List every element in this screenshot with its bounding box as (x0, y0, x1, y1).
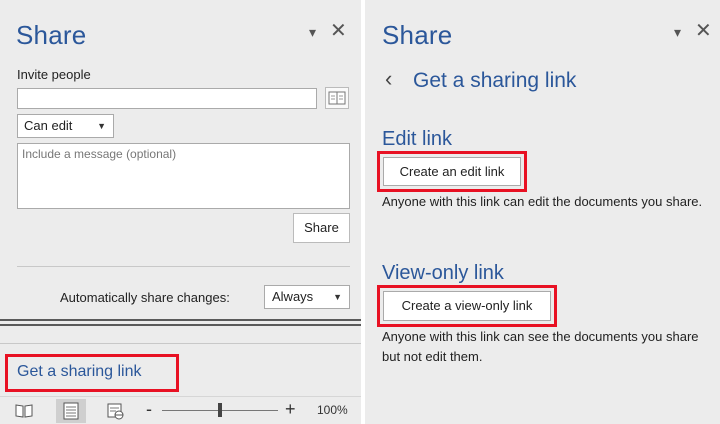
pane-title: Share (16, 20, 87, 50)
edit-link-heading: Edit link (382, 128, 453, 150)
auto-share-label: Automatically share changes: (60, 290, 230, 305)
view-only-link-heading: View-only link (382, 262, 504, 284)
invite-people-input[interactable] (17, 88, 317, 109)
permission-dropdown[interactable]: Can edit ▼ (17, 114, 114, 138)
back-arrow-icon[interactable]: ‹ (385, 66, 392, 92)
create-edit-link-button[interactable]: Create an edit link (383, 157, 521, 186)
zoom-out-button[interactable]: - (146, 399, 152, 420)
view-only-link-description: Anyone with this link can see the docume… (382, 329, 699, 364)
pane-split-divider (0, 319, 361, 326)
divider (0, 343, 361, 344)
print-layout-icon[interactable] (56, 399, 86, 423)
status-bar: - + 100% (0, 396, 361, 424)
auto-share-dropdown[interactable]: Always ▼ (264, 285, 350, 309)
divider (17, 266, 350, 267)
view-link-highlight: Create a view-only link (377, 285, 557, 327)
message-input[interactable]: Include a message (optional) (17, 143, 350, 209)
zoom-in-button[interactable]: + (285, 399, 296, 420)
pane-title: Share (382, 20, 453, 50)
create-view-only-link-button[interactable]: Create a view-only link (383, 291, 551, 321)
pane-options-icon[interactable]: ▾ (674, 24, 681, 41)
close-icon[interactable]: ✕ (695, 18, 712, 43)
invite-people-label: Invite people (17, 67, 91, 82)
zoom-level[interactable]: 100% (317, 403, 348, 417)
edit-link-description: Anyone with this link can edit the docum… (382, 194, 703, 209)
zoom-slider-thumb[interactable] (218, 403, 222, 417)
chevron-down-icon: ▼ (97, 121, 106, 131)
auto-share-value: Always (272, 289, 314, 304)
chevron-down-icon: ▼ (333, 292, 342, 302)
edit-link-highlight: Create an edit link (377, 151, 527, 192)
subtitle: Get a sharing link (413, 69, 577, 92)
permission-value: Can edit (24, 118, 73, 133)
address-book-icon[interactable] (325, 87, 349, 109)
get-sharing-link-link[interactable]: Get a sharing link (5, 354, 179, 392)
share-button[interactable]: Share (293, 213, 350, 243)
read-mode-icon[interactable] (13, 401, 35, 421)
close-icon[interactable]: ✕ (330, 18, 347, 43)
web-layout-icon[interactable] (104, 401, 126, 421)
share-pane-left: Share ▾ ✕ Invite people Can edit ▼ Inclu… (0, 0, 361, 424)
pane-options-icon[interactable]: ▾ (309, 24, 316, 41)
